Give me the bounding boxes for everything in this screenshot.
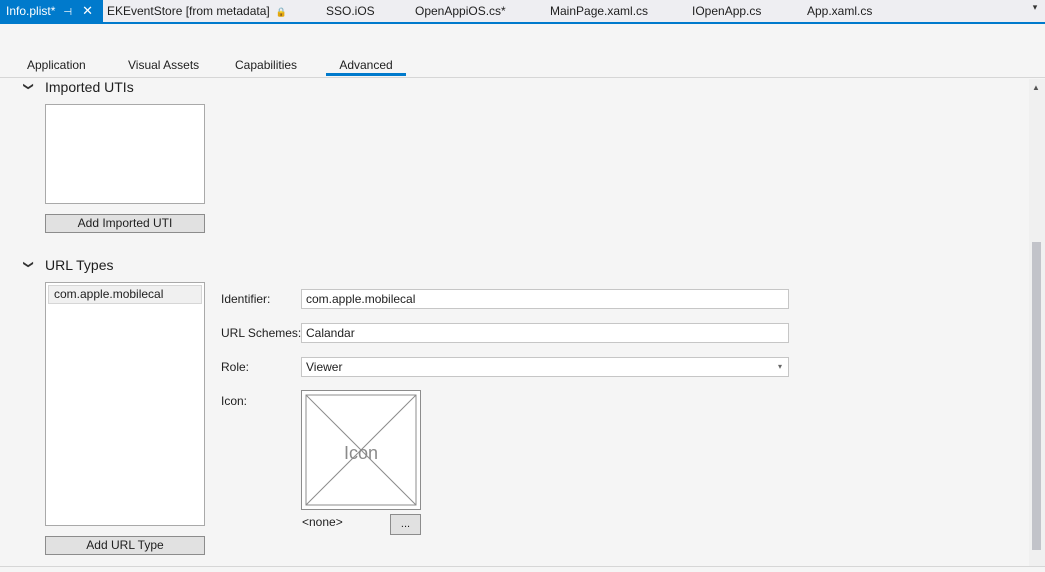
identifier-field[interactable]: com.apple.mobilecal <box>301 289 789 309</box>
editor-page-tabs: Application Visual Assets Capabilities A… <box>0 24 1045 78</box>
lock-icon: 🔒 <box>275 7 287 17</box>
tab-advanced[interactable]: Advanced <box>326 58 406 72</box>
document-tab-strip: Info.plist* ⊣ ✕ EKEventStore [from metadat… <box>0 0 1045 24</box>
icon-placeholder-text: Icon <box>343 443 379 463</box>
url-types-header[interactable]: URL Types <box>45 257 113 273</box>
url-types-list[interactable]: com.apple.mobilecal <box>45 282 205 526</box>
imported-utis-list[interactable] <box>45 104 205 204</box>
doc-tab-label: SSO.iOS <box>326 4 375 18</box>
doc-tab-sso-ios[interactable]: SSO.iOS <box>326 0 375 22</box>
scroll-up-icon[interactable]: ▲ <box>1032 83 1040 92</box>
doc-tab-ekeventstore[interactable]: EKEventStore [from metadata] 🔒 <box>107 0 287 22</box>
tab-capabilities[interactable]: Capabilities <box>235 58 297 72</box>
add-imported-uti-button[interactable]: Add Imported UTI <box>45 214 205 233</box>
active-tab-indicator <box>326 73 406 76</box>
tab-visual-assets[interactable]: Visual Assets <box>128 58 199 72</box>
doc-tab-label: App.xaml.cs <box>807 4 873 18</box>
identifier-label: Identifier: <box>221 292 271 306</box>
doc-tab-label: Info.plist* <box>6 4 56 18</box>
chevron-down-icon: ▾ <box>777 362 782 371</box>
add-url-type-button[interactable]: Add URL Type <box>45 536 205 555</box>
url-schemes-field[interactable]: Calandar <box>301 323 789 343</box>
doc-tab-openappios[interactable]: OpenAppiOS.cs* <box>415 0 506 22</box>
icon-label: Icon: <box>221 394 248 408</box>
doc-tab-info-plist[interactable]: Info.plist* ⊣ ✕ <box>0 0 103 22</box>
pin-icon[interactable]: ⊣ <box>63 2 72 24</box>
doc-tab-app-xaml[interactable]: App.xaml.cs <box>807 0 872 22</box>
doc-tab-iopenapp[interactable]: IOpenApp.cs <box>692 0 761 22</box>
role-select[interactable]: Viewer ▾ <box>301 357 789 377</box>
close-icon[interactable]: ✕ <box>82 0 93 22</box>
tab-overflow-icon[interactable]: ▾ <box>1029 2 1041 18</box>
icon-image-well[interactable]: Icon <box>301 390 421 510</box>
doc-tab-label: MainPage.xaml.cs <box>550 4 649 18</box>
role-label: Role: <box>221 360 250 374</box>
doc-tab-mainpage[interactable]: MainPage.xaml.cs <box>550 0 648 22</box>
tab-application[interactable]: Application <box>27 58 86 72</box>
role-select-value: Viewer <box>306 360 343 374</box>
url-schemes-label: URL Schemes: <box>221 326 302 340</box>
chevron-down-icon[interactable]: ❯ <box>23 260 34 268</box>
doc-tab-label: EKEventStore [from metadata] <box>107 4 270 18</box>
vertical-scrollbar[interactable]: ▲ <box>1029 79 1045 567</box>
doc-tab-label: IOpenApp.cs <box>692 4 762 18</box>
imported-utis-header[interactable]: Imported UTIs <box>45 79 134 95</box>
browse-icon-button[interactable]: ... <box>390 514 421 535</box>
doc-tab-label: OpenAppiOS.cs* <box>415 4 506 18</box>
chevron-down-icon[interactable]: ❯ <box>23 82 34 90</box>
scroll-thumb[interactable] <box>1032 242 1041 550</box>
list-item[interactable]: com.apple.mobilecal <box>48 285 202 304</box>
bottom-divider <box>0 566 1045 572</box>
icon-value-text: <none> <box>302 515 343 529</box>
